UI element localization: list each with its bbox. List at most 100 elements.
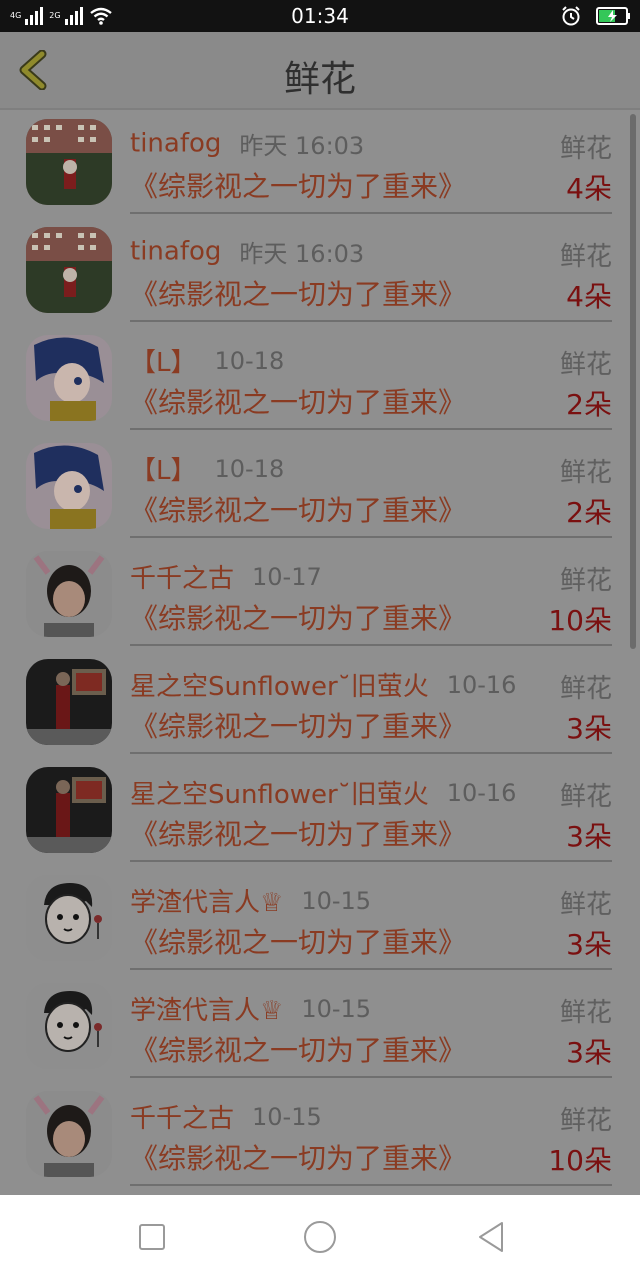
book-title[interactable]: 《综影视之一切为了重来》 [130, 1029, 466, 1069]
username[interactable]: 【L】 [130, 348, 197, 378]
item-meta: tinafog 昨天 16:03 [130, 126, 610, 161]
gift-type-label: 鲜花 [559, 998, 612, 1028]
divider [130, 860, 612, 862]
flower-count: 3朵 [566, 820, 612, 853]
back-nav-icon[interactable] [472, 1219, 508, 1255]
alarm-icon [562, 6, 580, 26]
divider [130, 644, 612, 646]
app-header: 鲜花 [0, 32, 640, 110]
book-title[interactable]: 《综影视之一切为了重来》 [130, 813, 466, 853]
timestamp: 10-15 [301, 886, 372, 915]
username[interactable]: 星之空Sunflower˘旧萤火 [130, 780, 429, 810]
system-nav-bar [0, 1195, 640, 1280]
divider [130, 968, 612, 970]
list-item[interactable]: tinafog 昨天 16:03 鲜花 《综影视之一切为了重来》 4朵 [0, 110, 640, 218]
page-title: 鲜花 [283, 59, 356, 100]
status-time: 01:34 [291, 4, 349, 28]
divider [130, 212, 612, 214]
username[interactable]: 学渣代言人♕ [130, 888, 283, 918]
book-title[interactable]: 《综影视之一切为了重来》 [130, 1137, 466, 1177]
timestamp: 10-18 [214, 346, 285, 375]
avatar[interactable] [26, 443, 112, 529]
book-title[interactable]: 《综影视之一切为了重来》 [130, 597, 466, 637]
item-meta: tinafog 昨天 16:03 [130, 234, 610, 269]
divider [130, 752, 612, 754]
flower-list[interactable]: tinafog 昨天 16:03 鲜花 《综影视之一切为了重来》 4朵 tinaf… [0, 110, 640, 1195]
recent-apps-icon[interactable] [134, 1219, 170, 1255]
timestamp: 昨天 16:03 [239, 132, 365, 160]
username[interactable]: 千千之古 [130, 1104, 234, 1134]
item-meta: 星之空Sunflower˘旧萤火 10-16 [130, 774, 610, 811]
book-title[interactable]: 《综影视之一切为了重来》 [130, 165, 466, 205]
list-item[interactable]: 千千之古 10-17 鲜花 《综影视之一切为了重来》 10朵 [0, 542, 640, 650]
gift-type-label: 鲜花 [559, 350, 612, 380]
flower-count: 4朵 [566, 280, 612, 313]
book-title[interactable]: 《综影视之一切为了重来》 [130, 705, 466, 745]
timestamp: 昨天 16:03 [239, 240, 365, 268]
timestamp: 10-16 [446, 778, 517, 807]
avatar[interactable] [26, 659, 112, 745]
flower-count: 3朵 [566, 928, 612, 961]
status-right [560, 5, 632, 27]
username[interactable]: tinafog [130, 237, 221, 267]
divider [130, 536, 612, 538]
flower-count: 2朵 [566, 388, 612, 421]
list-item[interactable]: 星之空Sunflower˘旧萤火 10-16 鲜花 《综影视之一切为了重来》 3朵 [0, 650, 640, 758]
avatar[interactable] [26, 335, 112, 421]
timestamp: 10-15 [301, 994, 372, 1023]
avatar[interactable] [26, 119, 112, 205]
gift-type-label: 鲜花 [559, 782, 612, 812]
item-meta: 千千之古 10-15 [130, 1098, 610, 1135]
item-meta: 星之空Sunflower˘旧萤火 10-16 [130, 666, 610, 703]
flower-count: 4朵 [566, 172, 612, 205]
list-item[interactable]: tinafog 昨天 16:03 鲜花 《综影视之一切为了重来》 4朵 [0, 218, 640, 326]
avatar[interactable] [26, 767, 112, 853]
timestamp: 10-18 [214, 454, 285, 483]
divider [130, 1076, 612, 1078]
avatar[interactable] [26, 1091, 112, 1177]
list-item[interactable]: 【L】 10-18 鲜花 《综影视之一切为了重来》 2朵 [0, 434, 640, 542]
list-item[interactable]: 学渣代言人♕ 10-15 鲜花 《综影视之一切为了重来》 3朵 [0, 974, 640, 1082]
username[interactable]: 千千之古 [130, 564, 234, 594]
book-title[interactable]: 《综影视之一切为了重来》 [130, 381, 466, 421]
timestamp: 10-17 [252, 562, 322, 591]
list-item[interactable]: 千千之古 10-15 鲜花 《综影视之一切为了重来》 10朵 [0, 1082, 640, 1190]
gift-type-label: 鲜花 [559, 890, 612, 920]
flower-count: 3朵 [566, 712, 612, 745]
gift-type-label: 鲜花 [559, 242, 612, 272]
divider [130, 1184, 612, 1186]
username[interactable]: tinafog [130, 129, 221, 159]
avatar[interactable] [26, 983, 112, 1069]
book-title[interactable]: 《综影视之一切为了重来》 [130, 489, 466, 529]
item-meta: 学渣代言人♕ 10-15 [130, 990, 610, 1027]
book-title[interactable]: 《综影视之一切为了重来》 [130, 921, 466, 961]
gift-type-label: 鲜花 [559, 566, 612, 596]
status-bar: 4G 2G 01:34 [0, 0, 640, 32]
gift-type-label: 鲜花 [559, 458, 612, 488]
gift-type-label: 鲜花 [559, 674, 612, 704]
book-title[interactable]: 《综影视之一切为了重来》 [130, 273, 466, 313]
username[interactable]: 【L】 [130, 456, 197, 486]
avatar[interactable] [26, 875, 112, 961]
item-meta: 学渣代言人♕ 10-15 [130, 882, 610, 919]
timestamp: 10-15 [252, 1102, 322, 1131]
gift-type-label: 鲜花 [559, 134, 612, 164]
avatar[interactable] [26, 551, 112, 637]
flower-count: 2朵 [566, 496, 612, 529]
flower-count: 3朵 [566, 1036, 612, 1069]
battery-charging-icon [596, 7, 630, 25]
divider [130, 320, 612, 322]
list-item[interactable]: 星之空Sunflower˘旧萤火 10-16 鲜花 《综影视之一切为了重来》 3朵 [0, 758, 640, 866]
username[interactable]: 学渣代言人♕ [130, 996, 283, 1026]
list-item[interactable]: 【L】 10-18 鲜花 《综影视之一切为了重来》 2朵 [0, 326, 640, 434]
list-item[interactable]: 学渣代言人♕ 10-15 鲜花 《综影视之一切为了重来》 3朵 [0, 866, 640, 974]
home-icon[interactable] [302, 1219, 338, 1255]
gift-type-label: 鲜花 [559, 1106, 612, 1136]
username[interactable]: 星之空Sunflower˘旧萤火 [130, 672, 429, 702]
avatar[interactable] [26, 227, 112, 313]
flower-count: 10朵 [548, 1144, 612, 1177]
item-meta: 【L】 10-18 [130, 342, 610, 379]
divider [130, 428, 612, 430]
scrollbar[interactable] [630, 114, 636, 649]
timestamp: 10-16 [446, 670, 517, 699]
